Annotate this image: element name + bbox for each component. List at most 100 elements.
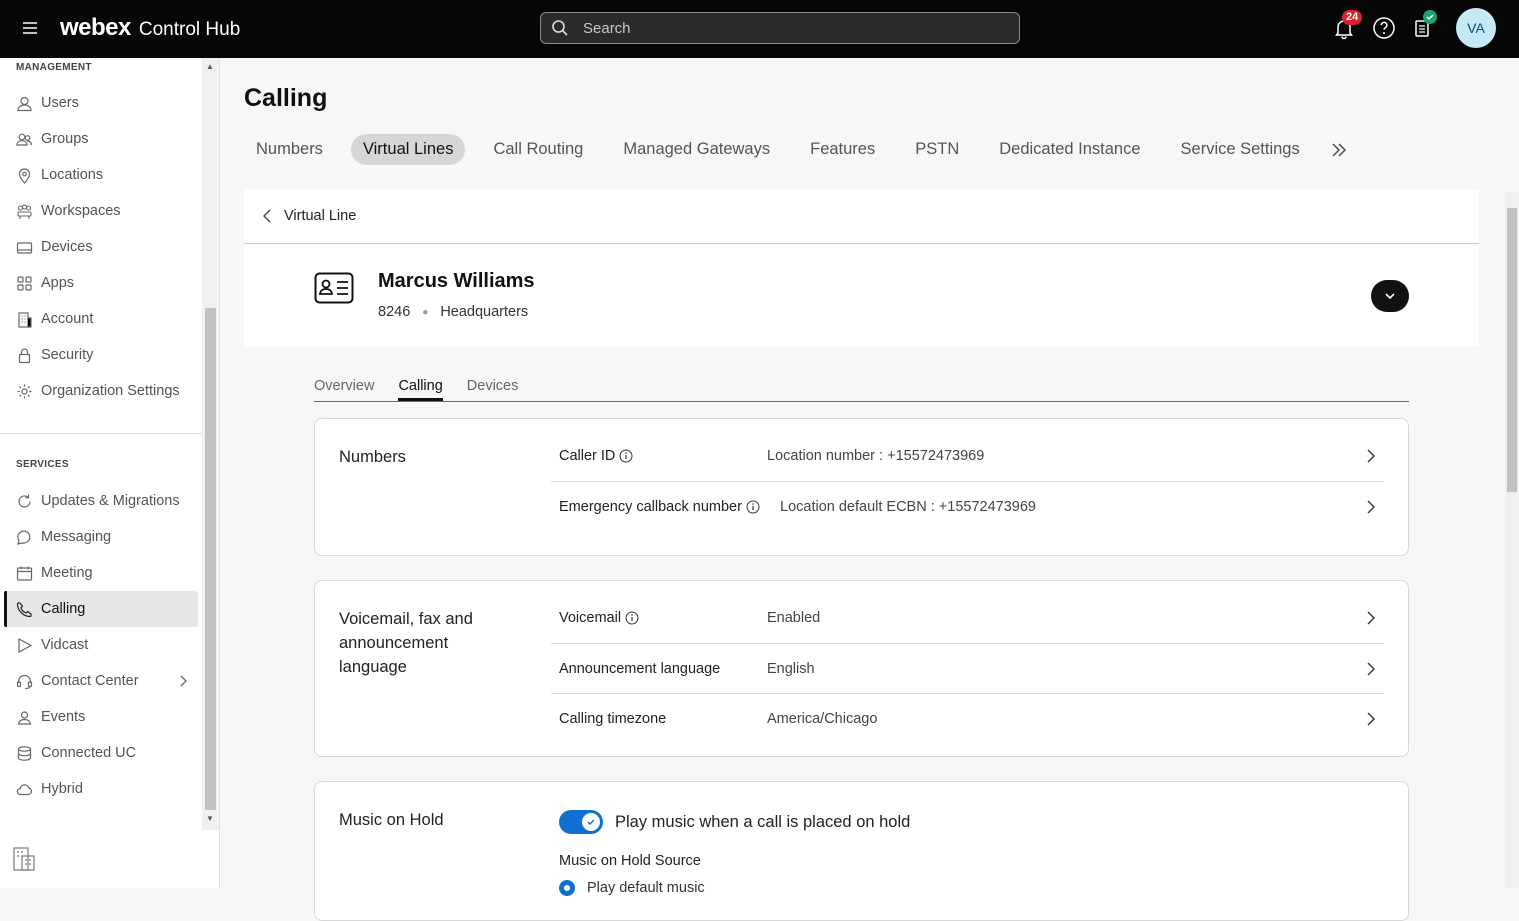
sidebar-item-meeting[interactable]: Meeting — [4, 555, 198, 591]
sidebar-item-locations[interactable]: Locations — [4, 157, 198, 193]
calling-timezone-row[interactable]: Calling timezone America/Chicago — [551, 693, 1384, 743]
chevron-right-icon — [1366, 499, 1376, 515]
sidebar-item-hybrid[interactable]: Hybrid — [4, 771, 198, 807]
tab-pstn[interactable]: PSTN — [903, 134, 971, 165]
help-icon[interactable] — [1372, 16, 1396, 40]
sidebar-item-label: Workspaces — [41, 203, 121, 219]
tab-numbers[interactable]: Numbers — [244, 134, 335, 165]
extension: 8246 — [378, 304, 411, 320]
gear-icon — [16, 383, 33, 400]
brand[interactable]: webex Control Hub — [60, 14, 240, 42]
search-box[interactable] — [540, 12, 1020, 44]
sidebar-scrollbar-thumb[interactable] — [205, 308, 216, 810]
tab-managed-gateways[interactable]: Managed Gateways — [611, 134, 782, 165]
tab-service-settings[interactable]: Service Settings — [1169, 134, 1312, 165]
subtab-overview[interactable]: Overview — [314, 378, 374, 401]
sidebar-item-label: Contact Center — [41, 673, 139, 689]
search-input[interactable] — [583, 19, 1003, 37]
sidebar: MANAGEMENT Users Groups Locations Worksp… — [0, 58, 220, 888]
voicemail-card: Voicemail, fax and announcement language… — [314, 580, 1409, 757]
sidebar-item-label: Connected UC — [41, 745, 137, 761]
sidebar-item-label: Apps — [41, 275, 75, 291]
expand-button[interactable] — [1371, 280, 1409, 312]
sidebar-item-label: Organization Settings — [41, 383, 180, 399]
page-title: Calling — [244, 84, 328, 112]
hamburger-menu-icon[interactable] — [20, 18, 40, 38]
refresh-icon — [16, 493, 33, 510]
user-avatar[interactable]: VA — [1456, 8, 1496, 48]
chevron-right-icon — [1366, 610, 1376, 626]
main-content: Calling Numbers Virtual Lines Call Routi… — [220, 58, 1519, 921]
main-scrollbar-thumb[interactable] — [1507, 208, 1517, 492]
sidebar-item-label: Hybrid — [41, 781, 83, 797]
tab-dedicated-instance[interactable]: Dedicated Instance — [987, 134, 1152, 165]
workspaces-icon — [16, 203, 33, 220]
tab-call-routing[interactable]: Call Routing — [481, 134, 595, 165]
announcement-language-row[interactable]: Announcement language English — [551, 643, 1384, 693]
sidebar-item-organization-settings[interactable]: Organization Settings — [4, 373, 198, 409]
sidebar-item-users[interactable]: Users — [4, 85, 198, 121]
calling-tabs: Numbers Virtual Lines Call Routing Manag… — [244, 134, 1348, 165]
sidebar-item-contact-center[interactable]: Contact Center — [4, 663, 198, 699]
music-on-hold-source-label: Music on Hold Source — [559, 853, 701, 869]
music-on-hold-card: Music on Hold Play music when a call is … — [314, 781, 1409, 921]
emergency-callback-row[interactable]: Emergency callback number Location defau… — [551, 481, 1384, 531]
default-music-radio[interactable] — [559, 880, 575, 896]
management-section-label: MANAGEMENT — [16, 62, 92, 73]
sidebar-item-workspaces[interactable]: Workspaces — [4, 193, 198, 229]
phone-icon — [16, 601, 33, 618]
toggle-check-icon — [582, 813, 600, 831]
music-on-hold-toggle[interactable] — [559, 810, 603, 834]
location-name: Headquarters — [440, 304, 529, 320]
brand-product-name: Control Hub — [138, 19, 241, 40]
user-icon — [16, 95, 33, 112]
sidebar-item-label: Meeting — [41, 565, 93, 581]
breadcrumb-back[interactable]: Virtual Line — [262, 208, 356, 224]
search-icon — [551, 19, 583, 37]
stack-icon — [16, 745, 33, 762]
sidebar-item-label: Vidcast — [41, 637, 89, 653]
subtab-calling[interactable]: Calling — [398, 378, 443, 401]
separator-dot: ● — [422, 306, 429, 318]
sidebar-item-calling[interactable]: Calling — [4, 591, 198, 627]
sidebar-item-connected-uc[interactable]: Connected UC — [4, 735, 198, 771]
row-value: English — [767, 660, 815, 677]
apps-grid-icon — [16, 275, 33, 292]
tab-virtual-lines[interactable]: Virtual Lines — [350, 134, 466, 165]
sidebar-item-apps[interactable]: Apps — [4, 265, 198, 301]
top-bar: webex Control Hub 24 VA — [0, 0, 1519, 58]
tab-features[interactable]: Features — [798, 134, 887, 165]
sidebar-item-messaging[interactable]: Messaging — [4, 519, 198, 555]
chevron-left-icon — [262, 208, 272, 224]
more-tabs-double-chevron-icon[interactable] — [1330, 141, 1348, 159]
sidebar-item-account[interactable]: Account — [4, 301, 198, 337]
sidebar-item-label: Users — [41, 95, 79, 111]
scroll-up-arrow-icon[interactable]: ▲ — [206, 62, 214, 71]
sidebar-item-groups[interactable]: Groups — [4, 121, 198, 157]
sidebar-item-security[interactable]: Security — [4, 337, 198, 373]
info-icon[interactable] — [746, 500, 760, 514]
building-icon — [16, 311, 33, 328]
info-icon[interactable] — [619, 449, 633, 463]
sidebar-item-label: Events — [41, 709, 86, 725]
scroll-down-arrow-icon[interactable]: ▼ — [206, 814, 214, 823]
breadcrumb-label: Virtual Line — [284, 208, 357, 224]
sidebar-item-events[interactable]: Events — [4, 699, 198, 735]
radio-label: Play default music — [587, 880, 705, 896]
status-check-icon — [1423, 10, 1437, 24]
row-label: Caller ID — [559, 448, 616, 464]
sidebar-item-updates-migrations[interactable]: Updates & Migrations — [4, 483, 198, 519]
info-icon[interactable] — [625, 611, 639, 625]
chevron-right-icon — [1366, 711, 1376, 727]
chat-bubble-icon — [16, 529, 33, 546]
sidebar-item-vidcast[interactable]: Vidcast — [4, 627, 198, 663]
building-report-icon[interactable] — [12, 846, 36, 872]
subtab-devices[interactable]: Devices — [467, 378, 519, 401]
row-label: Calling timezone — [559, 710, 667, 727]
chevron-right-icon — [1366, 661, 1376, 677]
calendar-icon — [16, 565, 33, 582]
lock-icon — [16, 347, 33, 364]
voicemail-row[interactable]: Voicemail Enabled — [551, 593, 1384, 643]
sidebar-item-devices[interactable]: Devices — [4, 229, 198, 265]
caller-id-row[interactable]: Caller ID Location number : +15572473969 — [551, 431, 1384, 481]
